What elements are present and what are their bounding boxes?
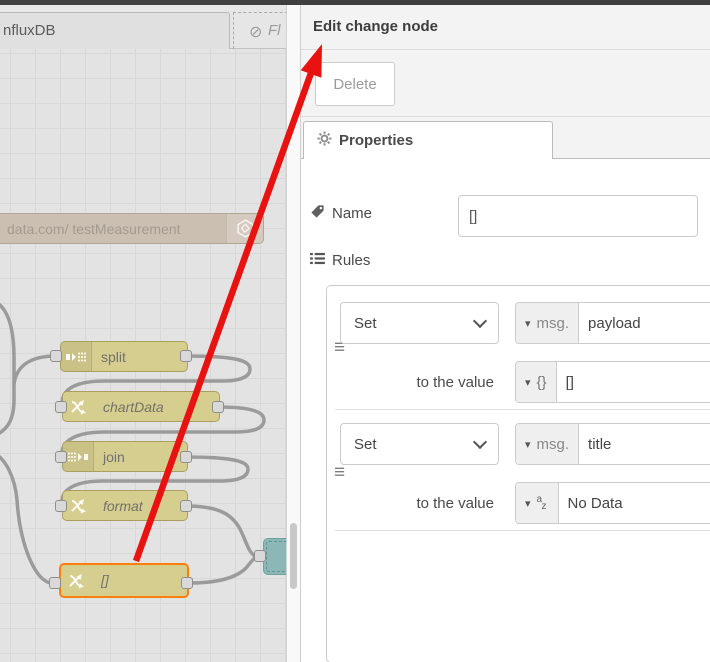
change-icon: [63, 392, 93, 421]
node-change-format[interactable]: format: [62, 490, 188, 521]
caret-icon: ▾: [525, 438, 531, 451]
rule-property-input[interactable]: ▾ msg.: [515, 423, 710, 465]
node-red-editor: data.com/ testMeasurement split chartDat…: [0, 0, 710, 662]
split-icon: [61, 342, 92, 371]
rule-value-input[interactable]: ▾ az: [515, 482, 710, 524]
value-input[interactable]: [556, 362, 710, 402]
caret-icon: ▾: [525, 317, 531, 330]
property-value-input[interactable]: [579, 424, 710, 464]
to-the-value-label: to the value: [416, 374, 494, 391]
typed-input-type-button[interactable]: ▾ msg.: [516, 303, 580, 343]
port-input[interactable]: [254, 550, 266, 562]
chevron-down-icon: [472, 434, 488, 449]
typed-input-type-button[interactable]: ▾ az: [516, 483, 559, 523]
rule-value-input[interactable]: ▾ {}: [515, 361, 710, 403]
wire[interactable]: [184, 504, 258, 559]
editor-header-bar: [0, 0, 710, 5]
drag-handle-icon[interactable]: ≡: [334, 463, 345, 482]
tray-title: Edit change node: [313, 18, 439, 35]
property-value-input[interactable]: [579, 303, 710, 343]
caret-icon: ▾: [525, 376, 531, 389]
tray-tabrow: Properties: [301, 117, 710, 159]
port-input[interactable]: [55, 451, 67, 463]
caret-icon: ▾: [525, 497, 531, 510]
rule-action-select[interactable]: Set: [340, 423, 499, 465]
gear-icon: [317, 130, 332, 151]
rules-container: ≡ Set ▾ msg. to the value ▾ {}: [326, 285, 710, 662]
edit-tray: Edit change node Delete Properties Name …: [300, 5, 710, 662]
node-split[interactable]: split: [60, 341, 188, 372]
tag-icon: [310, 204, 325, 223]
rule-action-select[interactable]: Set: [340, 302, 499, 344]
port-output[interactable]: [180, 500, 192, 512]
node-dashboard-chart[interactable]: [263, 538, 286, 575]
port-input[interactable]: [55, 401, 67, 413]
influxdb-icon: [226, 214, 263, 243]
to-the-value-label: to the value: [416, 495, 494, 512]
port-output[interactable]: [180, 451, 192, 463]
port-output[interactable]: [181, 577, 193, 589]
chevron-down-icon: [472, 313, 488, 328]
rules-label: Rules: [310, 252, 370, 269]
value-input[interactable]: [558, 483, 710, 523]
change-icon: [61, 565, 91, 596]
join-icon: [63, 442, 94, 471]
flow-canvas[interactable]: data.com/ testMeasurement split chartDat…: [0, 0, 287, 662]
json-type-icon: {}: [536, 373, 547, 391]
node-change-empty-array[interactable]: []: [59, 563, 189, 598]
canvas-scrollbar[interactable]: [287, 5, 300, 662]
wire[interactable]: [0, 300, 16, 437]
port-input[interactable]: [50, 350, 62, 362]
node-change-chartdata[interactable]: chartData: [62, 391, 220, 422]
tab-properties[interactable]: Properties: [303, 121, 553, 159]
rule-property-input[interactable]: ▾ msg.: [515, 302, 710, 344]
node-influxdb-out[interactable]: data.com/ testMeasurement: [0, 213, 264, 244]
port-input[interactable]: [55, 500, 67, 512]
port-input[interactable]: [49, 577, 61, 589]
typed-input-type-button[interactable]: ▾ msg.: [516, 424, 580, 464]
canvas-scrollbar-thumb[interactable]: [290, 523, 297, 589]
string-type-icon: az: [536, 494, 547, 512]
wire[interactable]: [0, 452, 54, 585]
tray-toolbar: Delete: [301, 50, 710, 117]
delete-button[interactable]: Delete: [315, 62, 395, 106]
change-icon: [63, 491, 93, 520]
typed-input-type-button[interactable]: ▾ {}: [516, 362, 557, 402]
node-join[interactable]: join: [62, 441, 188, 472]
name-label: Name: [310, 204, 372, 223]
port-output[interactable]: [212, 401, 224, 413]
port-output[interactable]: [180, 350, 192, 362]
name-input[interactable]: [458, 195, 698, 237]
tray-body: Name Rules ≡: [301, 159, 710, 662]
rule-divider: [335, 530, 710, 531]
wire[interactable]: [186, 555, 258, 585]
tray-header: Edit change node: [301, 5, 710, 50]
list-icon: [310, 252, 325, 269]
rule-divider: [335, 409, 710, 410]
